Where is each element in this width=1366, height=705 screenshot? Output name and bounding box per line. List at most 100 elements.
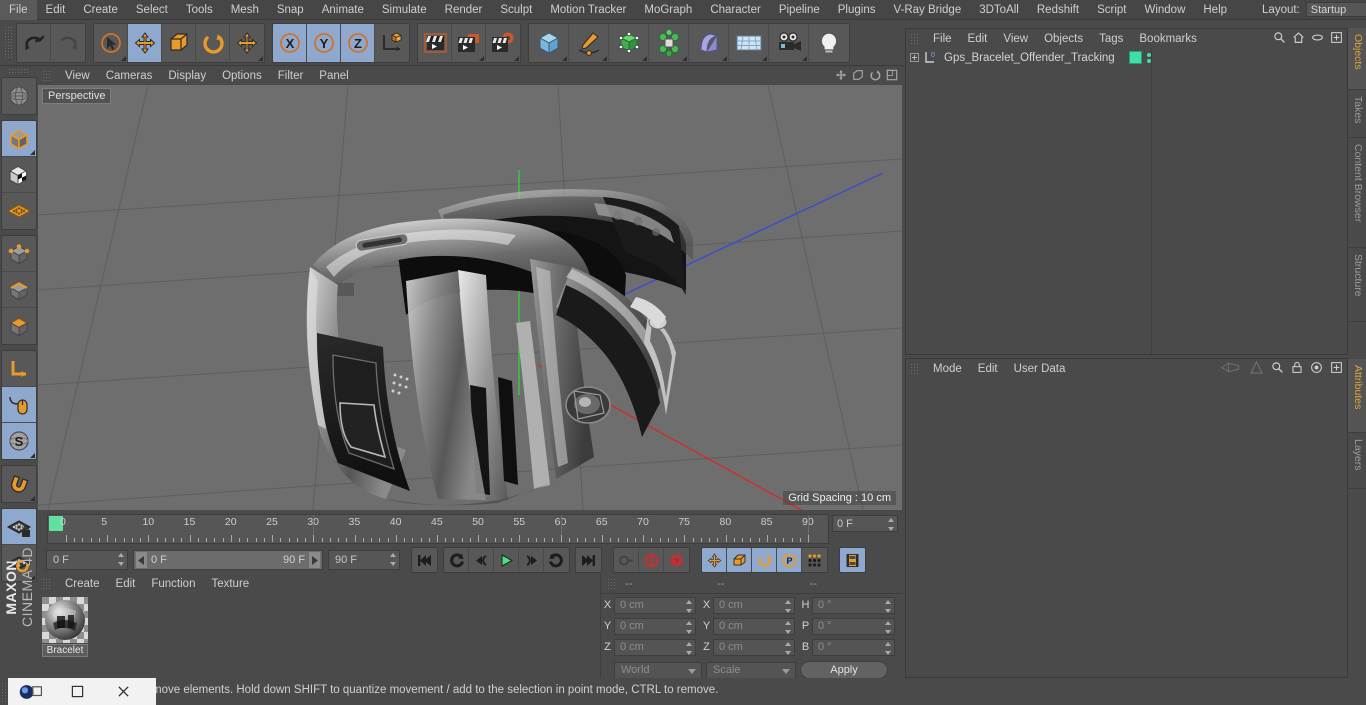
previous-key-button[interactable]: [444, 548, 469, 572]
z-axis-lock[interactable]: Z: [341, 23, 375, 62]
attribute-menu-edit[interactable]: Edit: [970, 363, 1006, 375]
menu-item-plugins[interactable]: Plugins: [829, 0, 885, 20]
menu-item-help[interactable]: Help: [1194, 0, 1236, 20]
object-menu-bookmarks[interactable]: Bookmarks: [1131, 33, 1205, 45]
attribute-menu-user-data[interactable]: User Data: [1006, 363, 1074, 375]
menu-item-motion-tracker[interactable]: Motion Tracker: [541, 0, 635, 20]
point-level-animation-button[interactable]: [802, 548, 827, 572]
viewport-menu-view[interactable]: View: [57, 70, 98, 82]
object-menu-edit[interactable]: Edit: [960, 33, 996, 45]
lock-icon[interactable]: [1291, 361, 1303, 374]
attribute-menu-mode[interactable]: Mode: [925, 363, 970, 375]
spinner-icon[interactable]: [884, 620, 891, 634]
render-view-button[interactable]: [418, 23, 452, 62]
spinner-icon[interactable]: [685, 599, 692, 613]
attribute-content-area[interactable]: [906, 379, 1347, 677]
menu-item-redshift[interactable]: Redshift: [1028, 0, 1088, 20]
spinner-icon[interactable]: [685, 641, 692, 655]
tab-takes[interactable]: Takes: [1348, 90, 1366, 138]
world-object-coordinates[interactable]: [375, 23, 409, 62]
coordinate-system-dropdown[interactable]: World: [614, 661, 702, 679]
position-z-field[interactable]: 0 cm: [614, 638, 696, 656]
viewport-menu-panel[interactable]: Panel: [311, 70, 356, 82]
menu-item-snap[interactable]: Snap: [268, 0, 313, 20]
scale-view-icon[interactable]: [852, 69, 864, 81]
edge-mode-button[interactable]: [2, 272, 36, 308]
start-frame-field[interactable]: 0 F: [46, 550, 128, 570]
y-axis-lock[interactable]: Y: [307, 23, 341, 62]
add-panel-icon[interactable]: [1330, 361, 1343, 374]
texture-mode-button[interactable]: [2, 157, 36, 193]
tab-layers[interactable]: Layers: [1348, 433, 1366, 489]
add-panel-icon[interactable]: [1330, 31, 1343, 44]
object-menu-view[interactable]: View: [995, 33, 1036, 45]
model-mode-button[interactable]: [2, 121, 36, 157]
expand-toggle-icon[interactable]: [910, 53, 919, 62]
undo-view-button[interactable]: [2, 78, 36, 114]
x-axis-lock[interactable]: X: [273, 23, 307, 62]
next-key-button[interactable]: [544, 548, 569, 572]
left-toolbar-grip[interactable]: [8, 68, 30, 75]
move-tool[interactable]: [128, 23, 162, 62]
redo-button[interactable]: [51, 23, 85, 62]
viewport-menu-cameras[interactable]: Cameras: [98, 70, 161, 82]
move-view-icon[interactable]: [835, 69, 847, 81]
record-active-objects-button[interactable]: [614, 548, 639, 572]
tab-attributes[interactable]: Attributes: [1348, 359, 1366, 433]
spinner-icon[interactable]: [784, 620, 791, 634]
menu-item-window[interactable]: Window: [1135, 0, 1194, 20]
preview-range-bar[interactable]: 0 F 90 F: [133, 550, 323, 570]
spinner-icon[interactable]: [685, 620, 692, 634]
viewport-menu-display[interactable]: Display: [160, 70, 214, 82]
material-thumbnail[interactable]: [42, 597, 88, 643]
menu-item-create[interactable]: Create: [74, 0, 127, 20]
axis-modification-button[interactable]: [2, 351, 36, 387]
object-tag-dots[interactable]: [1146, 52, 1151, 63]
keyframe-selection-button[interactable]: ?: [664, 548, 689, 572]
object-menu-objects[interactable]: Objects: [1036, 33, 1091, 45]
menu-item-simulate[interactable]: Simulate: [373, 0, 436, 20]
position-x-field[interactable]: 0 cm: [614, 596, 696, 614]
live-selection-tool[interactable]: [94, 23, 128, 62]
perspective-viewport[interactable]: Perspective Grid Spacing: 10 cm: [38, 85, 902, 510]
object-menu-tags[interactable]: Tags: [1091, 33, 1131, 45]
menu-item-sculpt[interactable]: Sculpt: [491, 0, 541, 20]
maximize-window-button[interactable]: [54, 678, 100, 705]
close-window-button[interactable]: [100, 678, 146, 705]
rotation-p-field[interactable]: 0 °: [812, 617, 895, 635]
object-row[interactable]: 0 Gps_Bracelet_Offender_Tracking: [906, 48, 1347, 67]
status-bar-grip[interactable]: [1, 681, 8, 702]
add-array-button[interactable]: [649, 23, 689, 62]
go-to-end-button[interactable]: [576, 548, 601, 572]
spinner-icon[interactable]: [784, 641, 791, 655]
layout-dropdown[interactable]: Startup: [1305, 2, 1366, 17]
rotation-key-button[interactable]: [752, 548, 777, 572]
step-back-button[interactable]: [469, 548, 494, 572]
end-frame-field[interactable]: 90 F: [328, 550, 400, 570]
spinner-icon[interactable]: [887, 518, 894, 531]
snap-magnet-button[interactable]: [2, 466, 36, 502]
menu-item-character[interactable]: Character: [701, 0, 770, 20]
timeline-filmstrip-button[interactable]: [840, 548, 865, 572]
timeline-frame-field[interactable]: 0 F: [832, 515, 898, 532]
forward-nav-icon[interactable]: [1249, 361, 1264, 374]
viewport-menu-options[interactable]: Options: [214, 70, 270, 82]
rotation-b-field[interactable]: 0 °: [812, 638, 895, 656]
tab-structure[interactable]: Structure: [1348, 248, 1366, 322]
undo-button[interactable]: [17, 23, 51, 62]
scale-tool[interactable]: [162, 23, 196, 62]
viewport-menu-filter[interactable]: Filter: [270, 70, 312, 82]
workplane-mode-button[interactable]: [2, 193, 36, 229]
viewport-menu-grip[interactable]: [42, 69, 52, 82]
scale-key-button[interactable]: [727, 548, 752, 572]
material-menu-create[interactable]: Create: [57, 578, 108, 590]
size-x-field[interactable]: 0 cm: [713, 596, 795, 614]
menu-item-pipeline[interactable]: Pipeline: [770, 0, 829, 20]
play-button[interactable]: [494, 548, 519, 572]
spinner-icon[interactable]: [884, 641, 891, 655]
menu-item-edit[interactable]: Edit: [37, 0, 75, 20]
transform-mode-dropdown[interactable]: Scale: [706, 661, 796, 679]
back-nav-icon[interactable]: [1220, 361, 1242, 374]
rotate-view-icon[interactable]: [869, 69, 881, 81]
size-y-field[interactable]: 0 cm: [713, 617, 795, 635]
